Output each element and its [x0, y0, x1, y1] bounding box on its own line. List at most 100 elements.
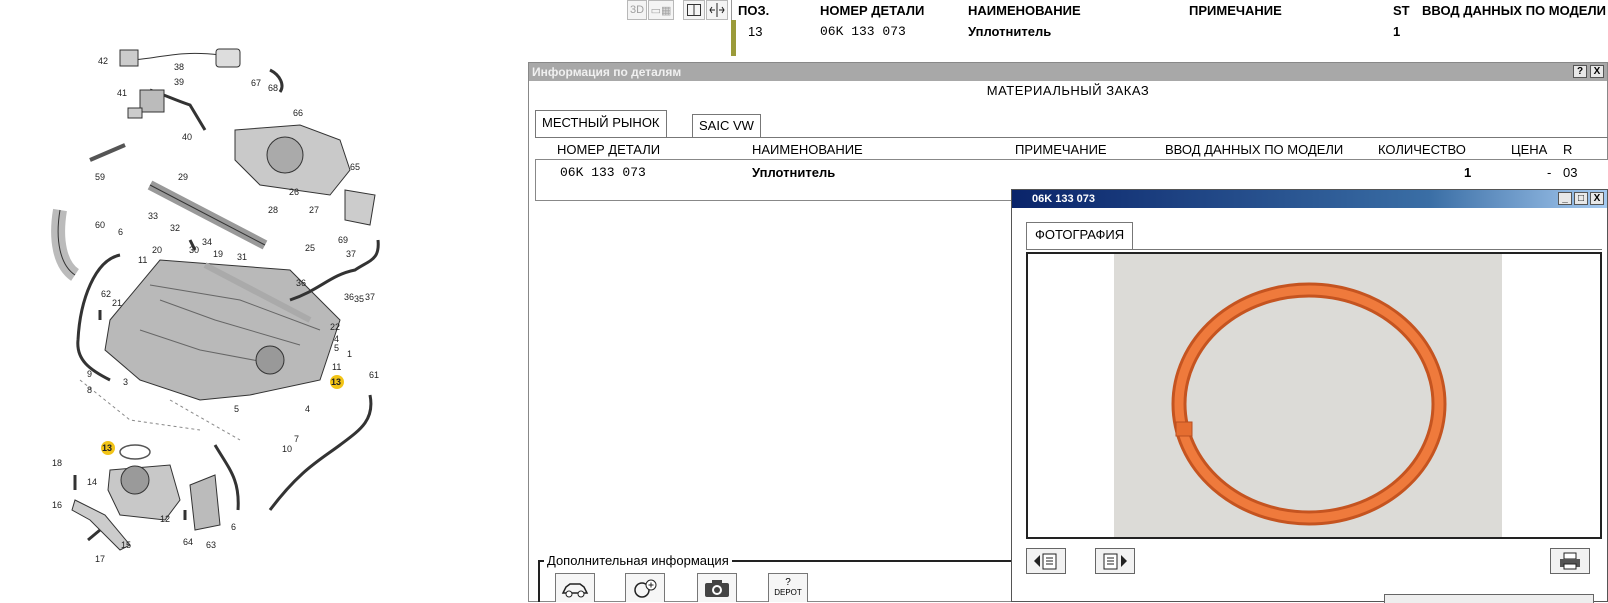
svg-text:21: 21 [112, 298, 122, 308]
camera-icon[interactable] [697, 573, 737, 602]
svg-text:29: 29 [178, 172, 188, 182]
svg-text:13: 13 [331, 377, 341, 387]
resize-splitter-icon[interactable] [706, 0, 728, 20]
tab-divider [535, 137, 1608, 138]
car-icon[interactable] [555, 573, 595, 602]
additional-info-label: Дополнительная информация [544, 553, 732, 568]
info-row-name: Уплотнитель [752, 165, 836, 180]
minimize-button[interactable]: _ [1558, 192, 1572, 205]
col-part-no: НОМЕР ДЕТАЛИ [820, 3, 925, 18]
info-row-r: 03 [1563, 165, 1578, 180]
svg-text:64: 64 [183, 537, 193, 547]
svg-text:5: 5 [334, 343, 339, 353]
svg-text:30: 30 [189, 245, 199, 255]
callout-42: 42 [98, 56, 108, 66]
svg-text:35: 35 [354, 294, 364, 304]
photo-close-button[interactable]: X [1590, 192, 1604, 205]
svg-text:61: 61 [369, 370, 379, 380]
svg-text:65: 65 [350, 162, 360, 172]
view-3d-button[interactable]: 3D [627, 0, 647, 20]
svg-text:60: 60 [95, 220, 105, 230]
svg-text:40: 40 [182, 132, 192, 142]
svg-text:6: 6 [231, 522, 236, 532]
row-part-no: 06K 133 073 [820, 24, 906, 39]
svg-text:3: 3 [123, 377, 128, 387]
parts-diagram[interactable]: 42 38 39 41 40 67 68 66 59 65 29 33 26 2… [0, 20, 520, 602]
print-button[interactable] [1550, 548, 1590, 574]
info-col-note: ПРИМЕЧАНИЕ [1015, 142, 1107, 157]
info-col-name: НАИМЕНОВАНИЕ [752, 142, 863, 157]
svg-text:27: 27 [309, 205, 319, 215]
svg-text:25: 25 [305, 243, 315, 253]
svg-text:38: 38 [174, 62, 184, 72]
prev-photo-button[interactable] [1026, 548, 1066, 574]
view-3d-label: 3D [629, 4, 645, 16]
svg-text:69: 69 [338, 235, 348, 245]
photo-window-title: 06K 133 073 [1012, 190, 1607, 208]
svg-text:11: 11 [138, 255, 147, 265]
info-col-part-no: НОМЕР ДЕТАЛИ [557, 142, 661, 157]
svg-text:36: 36 [296, 278, 306, 288]
svg-text:41: 41 [117, 88, 127, 98]
svg-text:34: 34 [202, 237, 212, 247]
info-col-qty: КОЛИЧЕСТВО [1378, 142, 1466, 157]
tab-photo[interactable]: ФОТОГРАФИЯ [1026, 222, 1134, 249]
col-model: ВВОД ДАННЫХ ПО МОДЕЛИ [1422, 3, 1606, 18]
prev-page-icon [1034, 553, 1057, 570]
grid-toggle-icon[interactable]: ▭▦ [648, 0, 674, 20]
svg-text:19: 19 [213, 249, 223, 259]
svg-text:14: 14 [87, 477, 97, 487]
svg-text:32: 32 [170, 223, 180, 233]
photo-tab-divider [1026, 249, 1602, 250]
svg-text:7: 7 [294, 434, 299, 444]
svg-text:10: 10 [282, 444, 292, 454]
close-button[interactable]: X [1590, 65, 1604, 78]
split-view-icon[interactable] [683, 0, 705, 20]
svg-text:39: 39 [174, 77, 184, 87]
svg-text:59: 59 [95, 172, 105, 182]
seal-ring-image [1171, 282, 1447, 526]
svg-text:37: 37 [365, 292, 375, 302]
svg-text:17: 17 [95, 554, 105, 564]
row-pos: 13 [748, 24, 763, 39]
col-st: ST [1393, 3, 1410, 18]
svg-text:36: 36 [344, 292, 354, 302]
info-col-r: R [1563, 142, 1573, 157]
tab-local-market[interactable]: МЕСТНЫЙ РЫНОК [535, 110, 667, 137]
svg-text:33: 33 [148, 211, 158, 221]
col-note: ПРИМЕЧАНИЕ [1189, 3, 1282, 18]
svg-text:6: 6 [118, 227, 123, 237]
help-button[interactable]: ? [1573, 65, 1587, 78]
photo-window: 06K 133 073 _ □ X ФОТОГРАФИЯ [1011, 189, 1608, 603]
svg-text:5: 5 [234, 404, 239, 414]
svg-text:8: 8 [87, 385, 92, 395]
info-row-qty: 1 [1464, 165, 1472, 180]
svg-text:67: 67 [251, 78, 261, 88]
col-name: НАИМЕНОВАНИЕ [968, 3, 1081, 18]
tab-saic-vw[interactable]: SAIC VW [692, 114, 761, 137]
svg-text:62: 62 [101, 289, 111, 299]
selected-row-marker [731, 20, 736, 56]
material-order-heading: МАТЕРИАЛЬНЫЙ ЗАКАЗ [986, 83, 1150, 98]
svg-text:31: 31 [237, 252, 247, 262]
svg-text:16: 16 [52, 500, 62, 510]
next-photo-button[interactable] [1095, 548, 1135, 574]
svg-text:22: 22 [330, 322, 340, 332]
svg-text:15: 15 [121, 540, 131, 550]
maximize-button[interactable]: □ [1574, 192, 1588, 205]
svg-text:63: 63 [206, 540, 216, 550]
svg-text:12: 12 [160, 514, 170, 524]
row-name: Уплотнитель [968, 24, 1052, 39]
next-page-icon [1103, 553, 1127, 570]
svg-text:13: 13 [102, 443, 112, 453]
svg-text:18: 18 [52, 458, 62, 468]
svg-text:28: 28 [268, 205, 278, 215]
product-photo [1114, 254, 1502, 537]
svg-text:37: 37 [346, 249, 356, 259]
photo-frame [1026, 252, 1602, 539]
part-info-title: Информация по деталям [529, 63, 1607, 81]
depot-icon[interactable]: ? DEPOT [768, 573, 808, 602]
depot-label: DEPOT [774, 588, 802, 597]
search-plus-icon[interactable] [625, 573, 665, 602]
svg-text:68: 68 [268, 83, 278, 93]
